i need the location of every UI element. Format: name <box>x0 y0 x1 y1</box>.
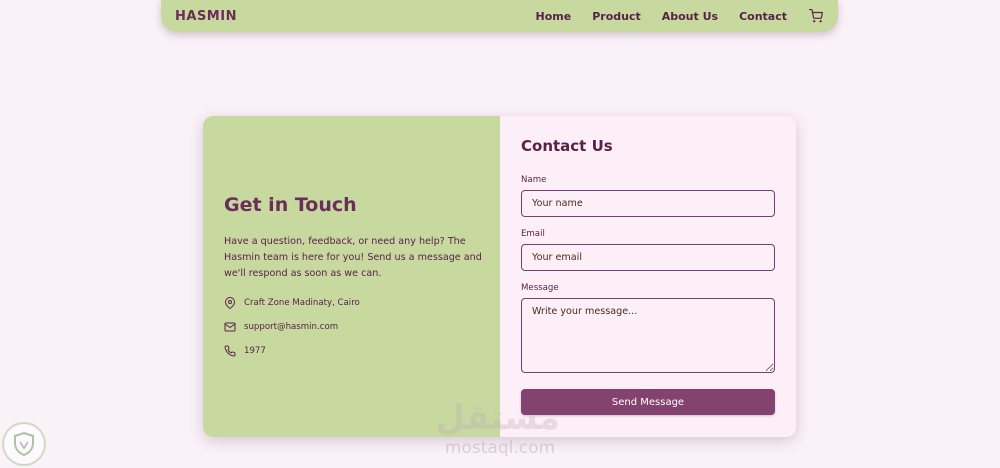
email-row: support@hasmin.com <box>224 321 338 333</box>
contact-card: Get in Touch Have a question, feedback, … <box>203 116 796 437</box>
get-in-touch-description: Have a question, feedback, or need any h… <box>224 236 482 279</box>
watermark-site: mostaql.com <box>444 438 556 458</box>
watermark-arabic: مستقل <box>435 398 560 438</box>
brand-logo[interactable]: HASMIN <box>175 9 237 24</box>
watermark-logo <box>2 422 46 466</box>
email-input[interactable] <box>521 244 775 271</box>
nav-link-product[interactable]: Product <box>592 10 641 23</box>
email-text[interactable]: support@hasmin.com <box>244 322 338 332</box>
navbar: HASMIN Home Product About Us Contact <box>161 0 838 32</box>
nav-link-contact[interactable]: Contact <box>739 10 787 23</box>
location-pin-icon <box>225 297 235 309</box>
name-label: Name <box>521 175 547 185</box>
address-row: Craft Zone Madinaty, Cairo <box>224 297 360 309</box>
get-in-touch-title: Get in Touch <box>224 194 357 216</box>
phone-text: 1977 <box>244 346 266 356</box>
message-textarea[interactable] <box>521 298 775 373</box>
name-input[interactable] <box>521 190 775 217</box>
cart-button[interactable] <box>808 8 824 24</box>
message-label: Message <box>521 283 559 293</box>
nav-link-home[interactable]: Home <box>536 10 572 23</box>
nav-links: Home Product About Us Contact <box>536 10 787 23</box>
phone-row: 1977 <box>224 345 266 357</box>
address-text: Craft Zone Madinaty, Cairo <box>244 298 360 308</box>
cart-icon <box>809 9 823 23</box>
mail-icon <box>224 322 236 332</box>
email-label: Email <box>521 229 545 239</box>
shield-icon <box>14 431 34 457</box>
nav-link-about[interactable]: About Us <box>662 10 718 23</box>
contact-us-title: Contact Us <box>521 137 613 155</box>
phone-icon <box>224 345 236 357</box>
